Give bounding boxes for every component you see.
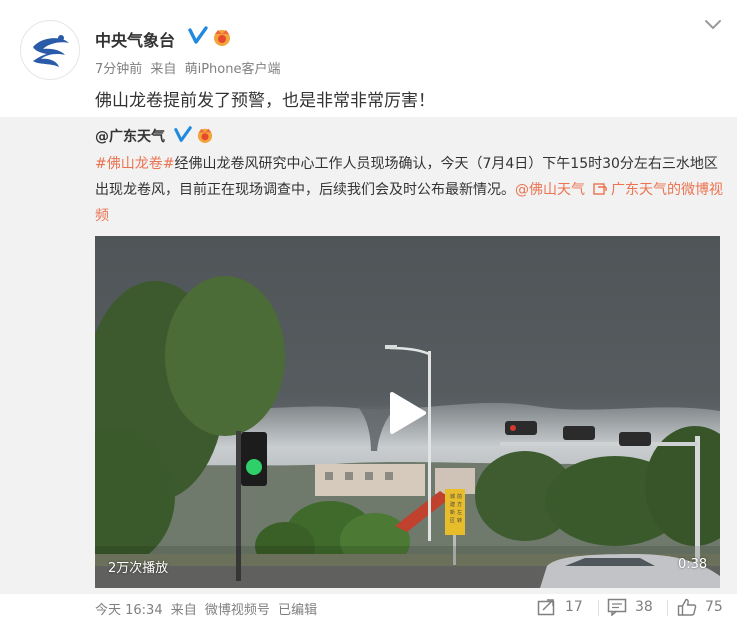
comment-icon <box>607 598 627 616</box>
repost-icon <box>537 599 555 616</box>
like-count: 75 <box>705 599 723 615</box>
post-meta: 7分钟前 来自 萌iPhone客户端 <box>95 58 280 77</box>
comment-button[interactable]: 38 <box>607 598 653 616</box>
chevron-down-icon[interactable] <box>704 18 722 32</box>
verified-icon <box>174 126 192 142</box>
repost-author[interactable]: @广东天气 <box>95 126 165 146</box>
repost-source-prefix: 来自 <box>170 603 197 618</box>
avatar[interactable] <box>20 20 80 80</box>
fan-badge-icon[interactable] <box>211 28 233 46</box>
like-icon <box>677 598 697 616</box>
repost-source: 微博视频号 <box>204 603 270 618</box>
action-divider <box>598 600 599 616</box>
post-source: 萌iPhone客户端 <box>184 62 281 77</box>
play-icon[interactable] <box>386 390 428 436</box>
fan-badge-icon[interactable] <box>195 127 215 143</box>
action-divider <box>667 600 668 616</box>
video-duration: 0:38 <box>678 557 708 572</box>
avatar-logo <box>33 35 69 67</box>
verified-icon <box>188 26 208 44</box>
repost-footer-meta: 今天 16:34 来自 微博视频号 已编辑 <box>95 599 317 618</box>
weibo-post-card: 中央气象台 7分钟前 来自 萌iPhone客户端 佛山龙卷提前发了预警，也是非常… <box>0 0 737 627</box>
author-name[interactable]: 中央气象台 <box>95 27 175 51</box>
video-play-count: 2万次播放 <box>108 561 169 576</box>
post-text: 佛山龙卷提前发了预警，也是非常非常厉害！ <box>95 91 435 111</box>
source-prefix: 来自 <box>150 62 177 77</box>
repost-count: 17 <box>565 599 583 615</box>
comment-count: 38 <box>635 599 653 615</box>
video-link-icon <box>593 183 607 195</box>
repost-button[interactable]: 17 <box>537 598 583 616</box>
repost-text: #佛山龙卷#经佛山龙卷风研究中心工作人员现场确认，今天（7月4日）下午15时30… <box>95 151 725 229</box>
like-button[interactable]: 75 <box>677 598 723 616</box>
post-time[interactable]: 7分钟前 <box>95 62 142 77</box>
edited-label[interactable]: 已编辑 <box>278 603 317 618</box>
topic-tag[interactable]: #佛山龙卷# <box>95 156 174 172</box>
mention-link[interactable]: @佛山天气 <box>515 182 585 198</box>
repost-time[interactable]: 今天 16:34 <box>95 603 163 618</box>
